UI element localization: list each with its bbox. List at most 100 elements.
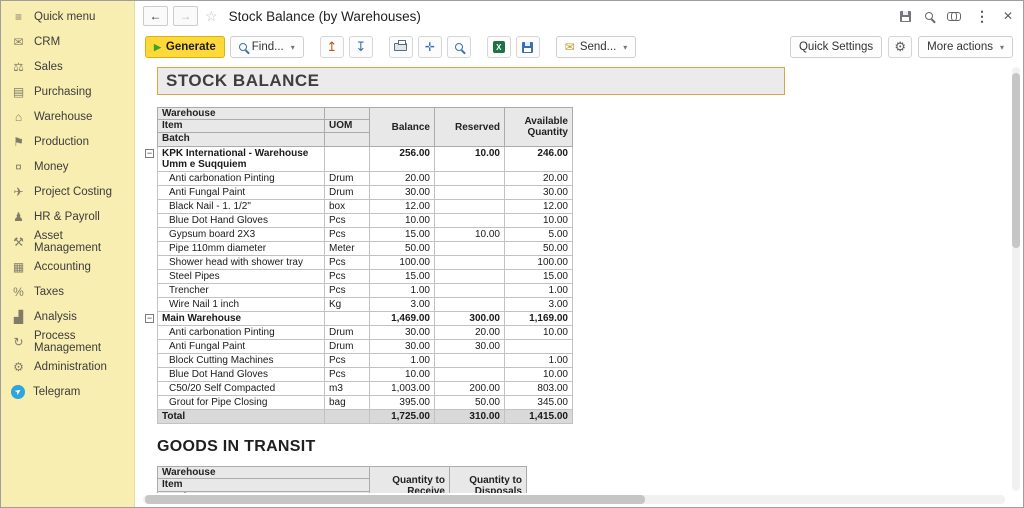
sidebar-item-label: Administration: [34, 360, 107, 373]
item-uom: Pcs: [325, 284, 370, 298]
stock-group-row: − Main Warehouse 1,469.00 300.00 1,169.00: [145, 312, 1007, 326]
administration-icon: ⚙: [13, 359, 24, 374]
stock-item-row: Anti carbonation Pinting Drum 20.00 20.00: [145, 172, 1007, 186]
toolbar: ▶ Generate Find... ▾ ↥ ↧ ✛ X ✉ Send... ▾: [135, 31, 1023, 63]
expand-groups-button[interactable]: ↧: [348, 36, 373, 58]
report-settings-button[interactable]: ⚙: [888, 36, 913, 58]
sidebar: ≡ Quick menu ✉ CRM ⚖ Sales ▤ Purchasing ⌂ Warehou…: [1, 1, 135, 507]
item-uom: Drum: [325, 186, 370, 200]
analysis-icon: ▟: [13, 309, 24, 324]
more-actions-button[interactable]: More actions ▾: [918, 36, 1013, 58]
sidebar-item-taxes[interactable]: % Taxes: [1, 279, 134, 304]
sidebar-item-production[interactable]: ⚑ Production: [1, 129, 134, 154]
item-available: 15.00: [505, 270, 573, 284]
header-batch: Batch: [157, 492, 370, 493]
save-icon[interactable]: [899, 10, 911, 22]
asset-management-icon: ⚒: [13, 234, 24, 249]
close-icon[interactable]: ✕: [1003, 9, 1013, 23]
sidebar-item-label: Money: [34, 160, 69, 173]
item-reserved: [435, 256, 505, 270]
play-icon: ▶: [154, 41, 161, 52]
item-reserved: [435, 242, 505, 256]
collapse-group-icon[interactable]: −: [145, 314, 154, 323]
stock-item-row: Steel Pipes Pcs 15.00 15.00: [145, 270, 1007, 284]
item-reserved: [435, 214, 505, 228]
item-uom: Drum: [325, 172, 370, 186]
print-button[interactable]: [388, 36, 413, 58]
forward-button[interactable]: →: [173, 6, 198, 26]
header-warehouse: Warehouse: [157, 466, 370, 479]
item-uom: bag: [325, 396, 370, 410]
sidebar-item-label: Warehouse: [34, 110, 93, 123]
link-icon[interactable]: [946, 12, 961, 21]
favorite-star-icon[interactable]: ☆: [205, 8, 218, 25]
sidebar-item-analysis[interactable]: ▟ Analysis: [1, 304, 134, 329]
main-pane: ← → ☆ Stock Balance (by Warehouses) ⋮ ✕ …: [135, 1, 1023, 507]
horizontal-scrollbar-thumb[interactable]: [145, 495, 645, 504]
chevron-down-icon: ▾: [999, 42, 1004, 52]
sidebar-item-warehouse[interactable]: ⌂ Warehouse: [1, 104, 134, 129]
item-reserved: [435, 354, 505, 368]
purchasing-icon: ▤: [12, 84, 25, 99]
item-name: Trencher: [157, 284, 325, 298]
sidebar-item-money[interactable]: ¤ Money: [1, 154, 134, 179]
hr-payroll-icon: ♟: [13, 209, 24, 224]
sidebar-item-sales[interactable]: ⚖ Sales: [1, 54, 134, 79]
item-uom: Drum: [325, 326, 370, 340]
collapse-groups-button[interactable]: ↥: [319, 36, 344, 58]
find-button[interactable]: Find... ▾: [229, 36, 304, 58]
generate-button[interactable]: ▶ Generate: [145, 36, 225, 58]
stock-item-row: Gypsum board 2X3 Pcs 15.00 10.00 5.00: [145, 228, 1007, 242]
telegram-icon: ➤: [11, 384, 25, 399]
header-batch: Batch: [157, 133, 325, 147]
item-reserved: [435, 200, 505, 214]
item-reserved: 20.00: [435, 326, 505, 340]
sidebar-item-label: Project Costing: [34, 185, 112, 198]
item-uom: Meter: [325, 242, 370, 256]
fit-button[interactable]: ✛: [417, 36, 442, 58]
sidebar-item-process-management[interactable]: ↻ Process Management: [1, 329, 134, 354]
collapse-group-icon[interactable]: −: [145, 149, 154, 158]
item-name: Black Nail - 1. 1/2": [157, 200, 325, 214]
save-report-button[interactable]: [515, 36, 540, 58]
header-item: Item: [157, 479, 370, 492]
preview-icon: [454, 43, 463, 51]
sidebar-item-crm[interactable]: ✉ CRM: [1, 29, 134, 54]
preview-button[interactable]: [446, 36, 471, 58]
item-available: 3.00: [505, 298, 573, 312]
sidebar-item-accounting[interactable]: ▦ Accounting: [1, 254, 134, 279]
toolbar-right: Quick Settings ⚙ More actions ▾: [789, 36, 1013, 58]
sidebar-item-quick-menu[interactable]: ≡ Quick menu: [1, 4, 134, 29]
item-name: Anti carbonation Pinting: [157, 172, 325, 186]
send-button[interactable]: ✉ Send... ▾: [555, 36, 637, 58]
sidebar-item-label: Asset Management: [34, 229, 102, 254]
item-uom: box: [325, 200, 370, 214]
sidebar-item-hr-payroll[interactable]: ♟ HR & Payroll: [1, 204, 134, 229]
item-name: C50/20 Self Compacted: [157, 382, 325, 396]
report-title: STOCK BALANCE: [166, 71, 320, 90]
vertical-scrollbar-thumb[interactable]: [1012, 73, 1020, 248]
horizontal-scrollbar[interactable]: [143, 495, 1005, 504]
report-canvas: STOCK BALANCE Warehouse Item Batch UOM B…: [145, 65, 1007, 493]
group-name: KPK International - Warehouse Umm e Suqq…: [157, 147, 325, 172]
export-excel-button[interactable]: X: [486, 36, 511, 58]
sidebar-item-project-costing[interactable]: ✈ Project Costing: [1, 179, 134, 204]
quick-settings-button[interactable]: Quick Settings: [789, 36, 883, 58]
item-balance: 30.00: [370, 326, 435, 340]
sidebar-item-administration[interactable]: ⚙ Administration: [1, 354, 134, 379]
item-uom: m3: [325, 382, 370, 396]
item-name: Blue Dot Hand Gloves: [157, 214, 325, 228]
group-available: 1,169.00: [505, 312, 573, 326]
sidebar-item-purchasing[interactable]: ▤ Purchasing: [1, 79, 134, 104]
item-available: 1.00: [505, 354, 573, 368]
transit-title: GOODS IN TRANSIT: [157, 438, 316, 455]
sidebar-item-telegram[interactable]: ➤ Telegram: [1, 379, 134, 404]
search-icon[interactable]: [924, 12, 933, 20]
item-balance: 30.00: [370, 340, 435, 354]
vertical-scrollbar[interactable]: [1012, 67, 1020, 491]
more-icon[interactable]: ⋮: [975, 8, 989, 25]
back-button[interactable]: ←: [143, 6, 168, 26]
search-icon: [238, 43, 247, 51]
item-available: 1.00: [505, 284, 573, 298]
sidebar-item-asset-management[interactable]: ⚒ Asset Management: [1, 229, 134, 254]
